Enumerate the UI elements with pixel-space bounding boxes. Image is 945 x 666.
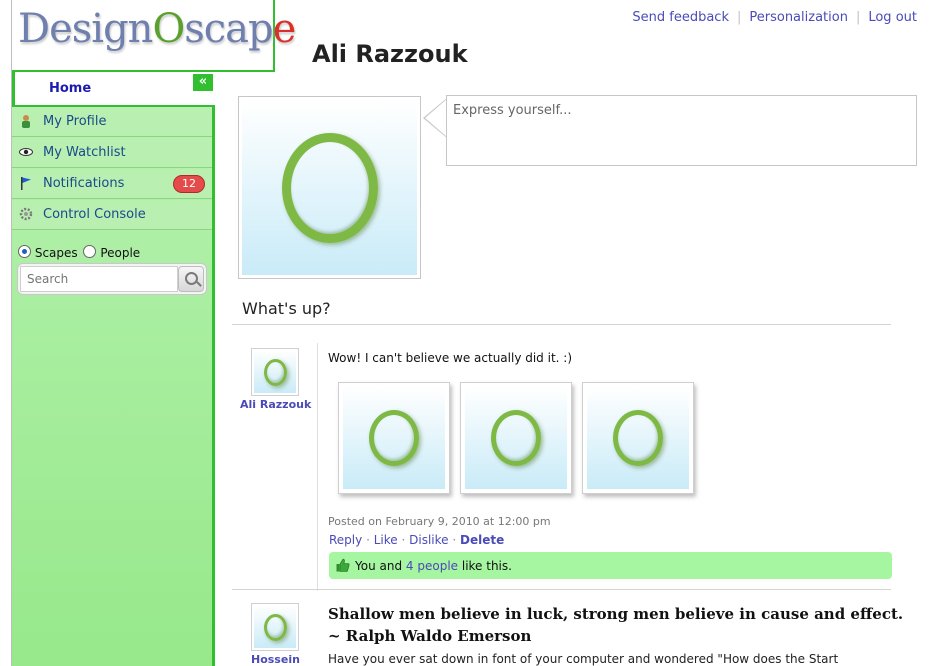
composer-placeholder: Express yourself... (453, 103, 572, 118)
people-radio-label[interactable]: People (100, 246, 140, 260)
person-icon (19, 114, 33, 128)
post-text: Wow! I can't believe we actually did it.… (328, 351, 573, 365)
post-timestamp: Posted on February 9, 2010 at 12:00 pm (328, 515, 551, 528)
thumbs-up-icon (336, 558, 350, 572)
likes-text-pre: You and (355, 559, 403, 573)
page-title: Ali Razzouk (312, 40, 468, 68)
search-button[interactable] (178, 266, 204, 292)
likes-bar: You and 4 people like this. (329, 552, 892, 579)
notifications-count-badge: 12 (173, 175, 205, 193)
search-input[interactable] (20, 266, 178, 292)
profile-avatar[interactable] (238, 96, 421, 279)
nav-home-tab[interactable]: Home (12, 72, 214, 105)
dislike-link[interactable]: Dislike (409, 533, 448, 547)
like-link[interactable]: Like (374, 533, 398, 547)
post-quote: Shallow men believe in luck, strong men … (328, 605, 904, 645)
home-label: Home (49, 81, 92, 96)
designoscape-logo[interactable]: DesignOscape (18, 6, 296, 52)
people-radio[interactable] (83, 245, 97, 258)
post-photo[interactable] (460, 382, 572, 494)
logo-area[interactable]: DesignOscape (12, 0, 296, 72)
reply-link[interactable]: Reply (329, 533, 362, 547)
sidebar-item-label: My Profile (43, 114, 107, 129)
post-author-name[interactable]: Ali Razzouk (240, 398, 311, 411)
post-author-avatar[interactable] (251, 348, 299, 396)
collapse-sidebar-button[interactable]: « (193, 74, 213, 91)
likers-link[interactable]: 4 people (406, 559, 458, 573)
sidebar-item-label: My Watchlist (43, 145, 126, 160)
delete-link[interactable]: Delete (460, 533, 504, 547)
post-author-name[interactable]: Hossein (251, 653, 300, 666)
top-links: Send feedback | Personalization | Log out (632, 10, 917, 25)
sidebar-item-notifications[interactable]: Notifications 12 (12, 169, 212, 199)
sidebar-item-label: Control Console (43, 207, 146, 222)
status-composer[interactable]: Express yourself... (446, 95, 917, 166)
sidebar-item-my-watchlist[interactable]: My Watchlist (12, 138, 212, 168)
eye-icon (19, 145, 33, 159)
divider (232, 589, 891, 590)
post-divider (317, 343, 318, 591)
divider (232, 324, 891, 325)
personalization-link[interactable]: Personalization (749, 10, 848, 25)
post-photo[interactable] (338, 382, 450, 494)
scapes-radio-label[interactable]: Scapes (35, 246, 78, 260)
sidebar-item-my-profile[interactable]: My Profile (12, 107, 212, 137)
post-photo[interactable] (582, 382, 694, 494)
post-body: Have you ever sat down in font of your c… (328, 652, 839, 666)
sidebar-item-label: Notifications (43, 176, 125, 191)
search-scope: Scapes People (18, 245, 140, 260)
log-out-link[interactable]: Log out (868, 10, 917, 25)
scapes-radio[interactable] (18, 245, 31, 258)
send-feedback-link[interactable]: Send feedback (632, 10, 729, 25)
sidebar: My Profile My Watchlist Notifications 12… (12, 105, 215, 666)
search-icon (185, 272, 198, 285)
post-actions: Reply · Like · Dislike · Delete (329, 533, 505, 547)
likes-text-post: like this. (461, 559, 512, 573)
post-author-avatar[interactable] (251, 603, 299, 651)
search-box (17, 263, 207, 295)
gear-icon (19, 207, 33, 221)
flag-icon (19, 176, 33, 190)
sidebar-item-control-console[interactable]: Control Console (12, 200, 212, 230)
stream-heading: What's up? (242, 299, 331, 318)
